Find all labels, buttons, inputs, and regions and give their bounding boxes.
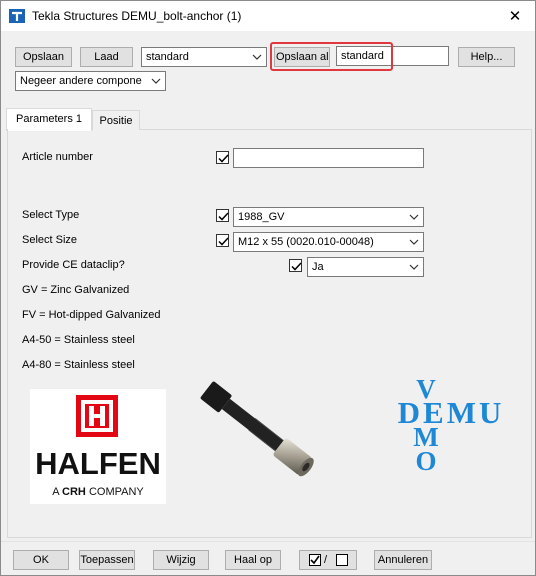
bolt-anchor-image	[189, 376, 337, 486]
note-a4-50: A4-50 = Stainless steel	[22, 334, 135, 346]
tab-positie[interactable]: Positie	[92, 110, 140, 130]
load-button[interactable]: Laad	[80, 47, 133, 67]
footer-separator	[1, 541, 535, 542]
note-a4-80: A4-80 = Stainless steel	[22, 359, 135, 371]
provide-ce-value: Ja	[312, 261, 324, 273]
chevron-down-icon	[408, 258, 420, 276]
chevron-down-icon	[150, 72, 162, 90]
save-button[interactable]: Opslaan	[15, 47, 72, 67]
note-fv: FV = Hot-dipped Galvanized	[22, 309, 161, 321]
halfen-logo: HALFEN A CRH COMPANY	[30, 389, 166, 504]
halfen-tagline-c: COMPANY	[85, 486, 144, 498]
select-type-value: 1988_GV	[238, 211, 285, 223]
demu-wordmark: DEMU	[397, 395, 505, 430]
load-attributes-select[interactable]: standard	[141, 47, 267, 67]
unchecked-box-icon	[336, 554, 348, 566]
note-gv: GV = Zinc Galvanized	[22, 284, 130, 296]
select-size-value: M12 x 55 (0020.010-00048)	[238, 236, 374, 248]
article-number-label: Article number	[22, 151, 93, 163]
select-type-dropdown[interactable]: 1988_GV	[233, 207, 424, 227]
select-size-label: Select Size	[22, 234, 78, 246]
select-size-dropdown[interactable]: M12 x 55 (0020.010-00048)	[233, 232, 424, 252]
help-button[interactable]: Help...	[458, 47, 515, 67]
halfen-wordmark: HALFEN	[35, 446, 161, 481]
modify-button[interactable]: Wijzig	[153, 550, 209, 570]
chevron-down-icon	[408, 208, 420, 226]
save-as-highlight-box	[270, 42, 393, 71]
filter-select-value: Negeer andere compone	[20, 75, 142, 87]
toggle-separator: /	[324, 554, 328, 566]
get-button[interactable]: Haal op	[225, 550, 281, 570]
select-size-checkbox[interactable]	[216, 234, 229, 247]
dialog-window: Tekla Structures DEMU_bolt-anchor (1) ✕ …	[0, 0, 536, 576]
provide-ce-dropdown[interactable]: Ja	[307, 257, 424, 277]
chevron-down-icon	[251, 48, 263, 66]
halfen-tagline-crh: CRH	[62, 486, 86, 498]
provide-ce-checkbox[interactable]	[289, 259, 302, 272]
tekla-app-icon	[9, 9, 25, 23]
checked-box-icon	[309, 554, 321, 566]
toggle-checkboxes-button[interactable]: /	[299, 550, 357, 570]
chevron-down-icon	[408, 233, 420, 251]
close-button[interactable]: ✕	[495, 1, 535, 31]
select-type-label: Select Type	[22, 209, 80, 221]
provide-ce-label: Provide CE dataclip?	[22, 259, 125, 271]
demu-logo: V DEMU M O	[376, 376, 526, 478]
article-number-field[interactable]	[233, 148, 424, 168]
apply-button[interactable]: Toepassen	[79, 550, 135, 570]
select-type-checkbox[interactable]	[216, 209, 229, 222]
load-select-value: standard	[146, 51, 189, 63]
ok-button[interactable]: OK	[13, 550, 69, 570]
filter-select[interactable]: Negeer andere compone	[15, 71, 166, 91]
halfen-tagline-a: A	[52, 486, 63, 498]
article-number-checkbox[interactable]	[216, 151, 229, 164]
halfen-tagline: A CRH COMPANY	[30, 486, 166, 498]
tab-parameters-1[interactable]: Parameters 1	[6, 108, 92, 131]
title-bar: Tekla Structures DEMU_bolt-anchor (1) ✕	[1, 1, 535, 31]
demu-letter-o: O	[415, 446, 437, 476]
cancel-button[interactable]: Annuleren	[374, 550, 432, 570]
window-title: Tekla Structures DEMU_bolt-anchor (1)	[32, 9, 242, 23]
